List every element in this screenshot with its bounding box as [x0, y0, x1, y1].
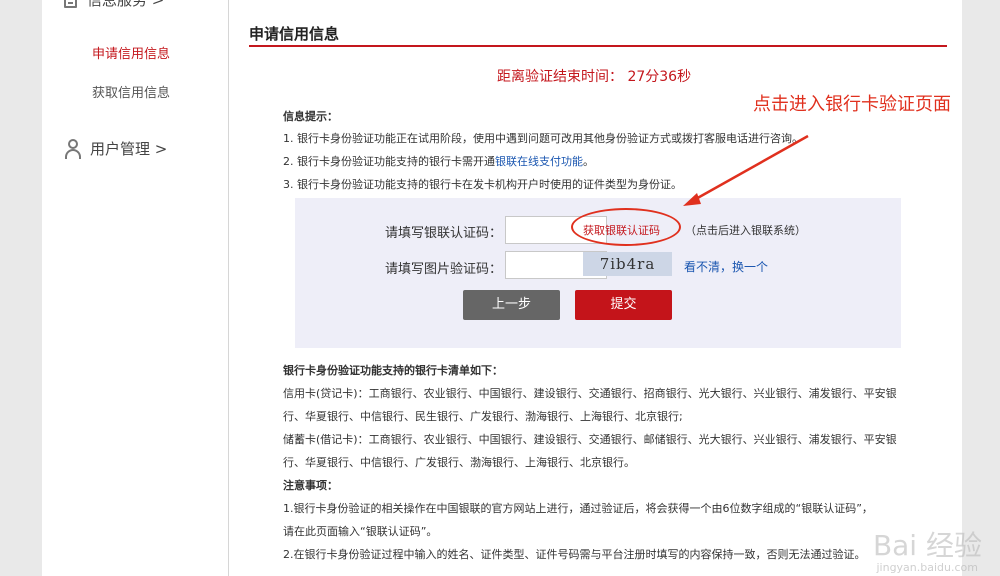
submit-button[interactable]: 提交 — [575, 290, 672, 320]
user-icon — [64, 138, 82, 159]
notes-title: 注意事项： — [283, 479, 338, 492]
credit-card-banks-line-1: 信用卡(贷记卡)：工商银行、农业银行、中国银行、建设银行、交通银行、招商银行、光… — [283, 387, 897, 400]
title-divider — [249, 45, 947, 47]
note-1-continued: 请在此页面输入“银联认证码”。 — [283, 525, 438, 538]
debit-card-banks-line-1: 储蓄卡(借记卡)：工商银行、农业银行、中国银行、建设银行、交通银行、邮储银行、光… — [283, 433, 897, 446]
sidebar-group-info-services[interactable]: 信息服务 > — [64, 0, 164, 10]
sidebar-group-user-management[interactable]: 用户管理 > — [64, 138, 167, 159]
tip-line-2: 2. 银行卡身份验证功能支持的银行卡需开通银联在线支付功能。 — [283, 154, 803, 177]
note-1: 1.银行卡身份验证的相关操作在中国银联的官方网站上进行，通过验证后，将会获得一个… — [283, 502, 873, 515]
debit-card-banks-line-2: 行、华夏银行、中信银行、广发银行、渤海银行、上海银行、北京银行。 — [283, 456, 635, 469]
document-icon — [64, 0, 77, 8]
supported-banks-section: 银行卡身份验证功能支持的银行卡清单如下： 信用卡(贷记卡)：工商银行、农业银行、… — [283, 362, 923, 570]
captcha-image: 7ib4ra — [583, 252, 672, 276]
captcha-label: 请填写图片验证码： — [385, 262, 503, 277]
tip-line-1: 1. 银行卡身份验证功能正在试用阶段，使用中遇到问题可改用其他身份验证方式或拨打… — [283, 132, 803, 145]
credit-card-banks-line-2: 行、华夏银行、中信银行、民生银行、广发银行、渤海银行、上海银行、北京银行; — [283, 410, 683, 423]
main-content: 申请信用信息 距离验证结束时间： 27分36秒 点击进入银行卡验证页面 信息提示… — [229, 0, 962, 576]
sidebar-group-label: 信息服务 > — [87, 0, 165, 9]
sidebar-item-get-credit-info[interactable]: 获取信用信息 — [92, 82, 170, 101]
tip-line-3: 3. 银行卡身份验证功能支持的银行卡在发卡机构开户时使用的证件类型为身份证。 — [283, 178, 682, 191]
sidebar-group-label: 用户管理 > — [90, 140, 168, 158]
countdown-timer: 距离验证结束时间： 27分36秒 — [497, 69, 692, 85]
tip-line-2-text: 2. 银行卡身份验证功能支持的银行卡需开通 — [283, 155, 495, 168]
banks-title: 银行卡身份验证功能支持的银行卡清单如下： — [283, 364, 503, 377]
info-tips: 信息提示： 1. 银行卡身份验证功能正在试用阶段，使用中遇到问题可改用其他身份验… — [283, 108, 803, 200]
note-2: 2.在银行卡身份验证过程中输入的姓名、证件类型、证件号码需与平台注册时填写的内容… — [283, 548, 866, 561]
sidebar-item-apply-credit-info[interactable]: 申请信用信息 — [92, 43, 170, 62]
sidebar: 信息服务 > 申请信用信息 获取信用信息 用户管理 > — [42, 0, 228, 576]
tips-title: 信息提示： — [283, 110, 338, 123]
refresh-captcha-link[interactable]: 看不清，换一个 — [684, 258, 768, 275]
previous-step-button[interactable]: 上一步 — [463, 290, 560, 320]
verification-form: 请填写银联认证码： 获取银联认证码 （点击后进入银联系统） 请填写图片验证码： … — [295, 198, 901, 348]
page-container: 信息服务 > 申请信用信息 获取信用信息 用户管理 > 申请信用信息 距离验证结… — [42, 0, 962, 576]
baidu-watermark-url: jingyan.baidu.com — [876, 561, 978, 574]
unionpay-online-payment-link[interactable]: 银联在线支付功能 — [495, 155, 583, 168]
page-title: 申请信用信息 — [249, 25, 340, 43]
tip-line-2-end: 。 — [583, 155, 594, 168]
get-code-hint: （点击后进入银联系统） — [685, 224, 806, 237]
get-unionpay-code-link[interactable]: 获取银联认证码 — [583, 222, 660, 238]
unionpay-code-label: 请填写银联认证码： — [385, 226, 503, 241]
